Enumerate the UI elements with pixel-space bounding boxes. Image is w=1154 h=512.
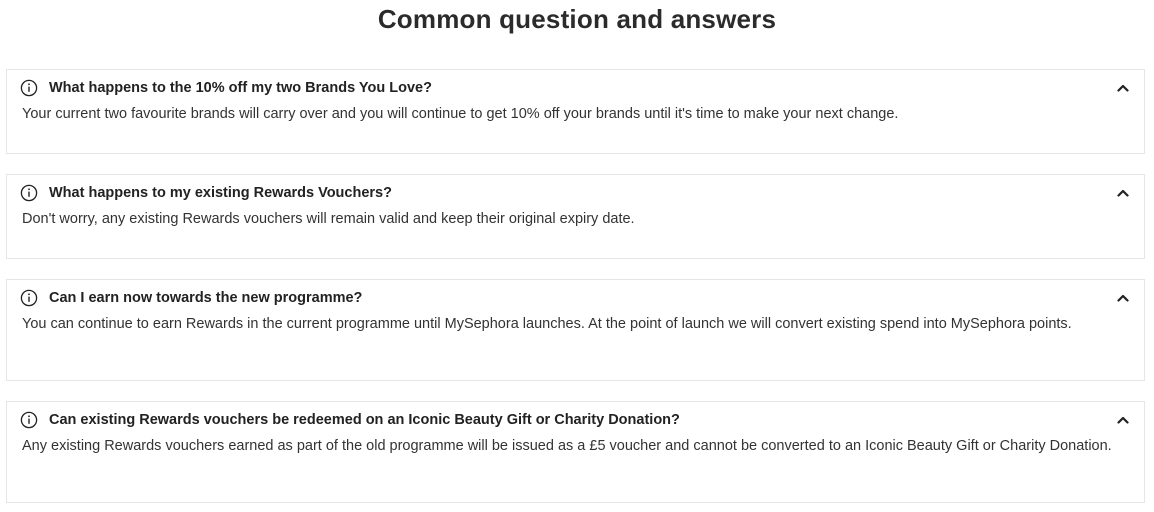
chevron-up-icon[interactable]: [1116, 186, 1130, 200]
faq-question: What happens to the 10% off my two Brand…: [49, 80, 432, 96]
faq-question: Can I earn now towards the new programme…: [49, 290, 363, 306]
info-icon: [20, 411, 38, 429]
faq-answer: Any existing Rewards vouchers earned as …: [22, 438, 1112, 454]
chevron-up-icon[interactable]: [1116, 81, 1130, 95]
info-icon: [20, 79, 38, 97]
faq-item: Can existing Rewards vouchers be redeeme…: [6, 401, 1145, 503]
faq-answer: You can continue to earn Rewards in the …: [22, 316, 1072, 332]
faq-question-toggle[interactable]: What happens to my existing Rewards Vouc…: [7, 175, 1144, 211]
faq-question-toggle[interactable]: Can existing Rewards vouchers be redeeme…: [7, 402, 1144, 438]
faq-question: Can existing Rewards vouchers be redeeme…: [49, 412, 680, 428]
faq-question-toggle[interactable]: Can I earn now towards the new programme…: [7, 280, 1144, 316]
faq-answer: Your current two favourite brands will c…: [22, 106, 899, 122]
faq-answer: Don't worry, any existing Rewards vouche…: [22, 211, 635, 227]
faq-question-toggle[interactable]: What happens to the 10% off my two Brand…: [7, 70, 1144, 106]
faq-page: Common question and answers What happens…: [0, 0, 1154, 512]
faq-item: What happens to my existing Rewards Vouc…: [6, 174, 1145, 259]
chevron-up-icon[interactable]: [1116, 413, 1130, 427]
faq-item: What happens to the 10% off my two Brand…: [6, 69, 1145, 154]
page-title: Common question and answers: [377, 4, 777, 34]
info-icon: [20, 184, 38, 202]
faq-item: Can I earn now towards the new programme…: [6, 279, 1145, 381]
chevron-up-icon[interactable]: [1116, 291, 1130, 305]
info-icon: [20, 289, 38, 307]
faq-question: What happens to my existing Rewards Vouc…: [49, 185, 392, 201]
